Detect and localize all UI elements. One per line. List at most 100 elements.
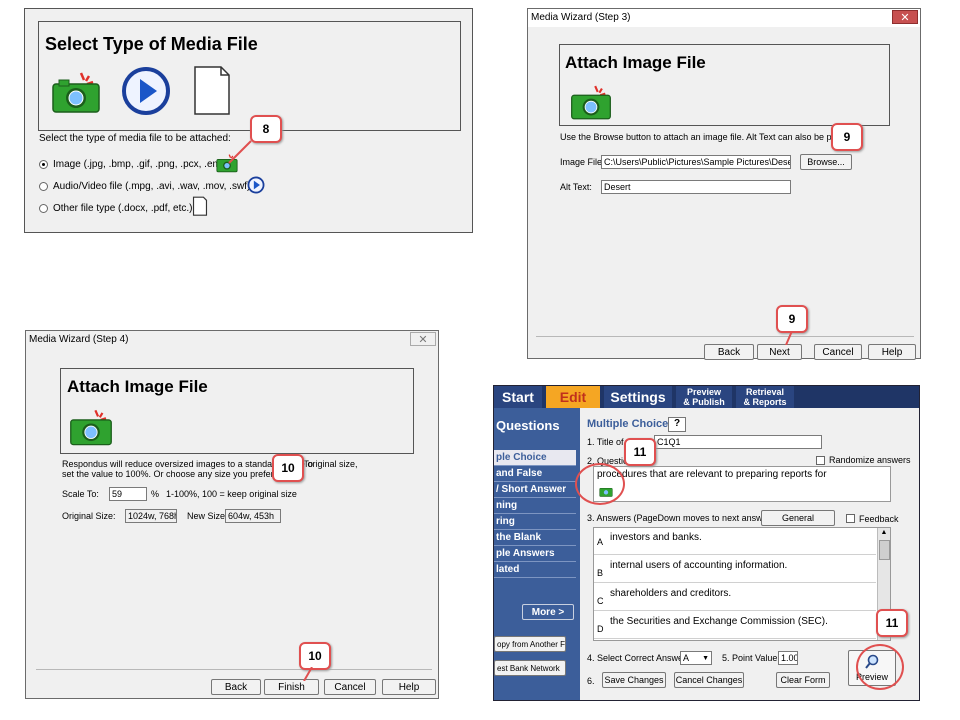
media-wizard-step4: Media Wizard (Step 4) ✕ Attach Image Fil… — [25, 330, 439, 699]
original-size-value: 1024w, 768h — [125, 509, 177, 523]
original-size-label: Original Size: — [62, 511, 116, 521]
new-size-label: New Size: — [187, 511, 228, 521]
correct-answer-value: A — [683, 653, 690, 663]
answer-row[interactable]: B internal users of accounting informati… — [594, 556, 876, 583]
randomize-label: Randomize answers — [829, 455, 911, 465]
step-callout-10: 10 — [272, 454, 304, 482]
image-file-label: Image File: — [560, 157, 605, 167]
divider — [36, 669, 432, 670]
sidebar-item-true-false[interactable]: and False — [494, 466, 576, 482]
radio-image[interactable] — [39, 160, 48, 169]
radio-audio-video[interactable] — [39, 182, 48, 191]
answer-letter: C — [597, 596, 604, 606]
feedback-label: Feedback — [859, 514, 899, 524]
tab-start[interactable]: Start — [494, 386, 542, 408]
finish-button[interactable]: Finish — [264, 679, 319, 695]
resize-info-line2: set the value to 100%. Or choose any siz… — [62, 469, 276, 479]
browse-button[interactable]: Browse... — [800, 154, 852, 170]
feedback-checkbox[interactable] — [846, 514, 855, 523]
answer-text: the Securities and Exchange Commission (… — [610, 616, 828, 627]
close-icon[interactable]: ✕ — [892, 10, 918, 24]
scale-field[interactable]: 59 — [109, 487, 147, 501]
answer-row[interactable]: A investors and banks. — [594, 528, 876, 555]
new-size-value: 604w, 453h — [225, 509, 281, 523]
scale-label: Scale To: — [62, 489, 99, 499]
copy-from-file-button[interactable]: opy from Another File — [494, 636, 566, 652]
question-text: procedures that are relevant to preparin… — [597, 469, 827, 480]
point-value-field[interactable]: 1.00 — [778, 651, 798, 665]
image-file-field[interactable]: C:\Users\Public\Pictures\Sample Pictures… — [601, 155, 791, 169]
alt-text-field[interactable]: Desert — [601, 180, 791, 194]
answer-letter: B — [597, 568, 604, 578]
scale-unit: % — [151, 489, 160, 499]
sidebar-title: Questions — [496, 418, 560, 433]
more-button[interactable]: More > — [522, 604, 574, 620]
answer-text: shareholders and creditors. — [610, 588, 732, 599]
document-icon — [192, 196, 208, 216]
help-button[interactable]: Help — [382, 679, 436, 695]
answers-list: A investors and banks. B internal users … — [593, 527, 891, 641]
sidebar-item-multiple-answers[interactable]: ple Answers — [494, 546, 576, 562]
answer-text: internal users of accounting information… — [610, 560, 788, 571]
callout-pointer — [303, 667, 313, 681]
help-icon[interactable]: ? — [668, 417, 686, 432]
question-type-title: Multiple Choice — [587, 418, 669, 430]
sidebar-item-fill-blank[interactable]: the Blank — [494, 530, 576, 546]
clear-form-button[interactable]: Clear Form — [776, 672, 830, 688]
sidebar-item-short-answer[interactable]: / Short Answer — [494, 482, 576, 498]
step-callout-8: 8 — [250, 115, 282, 143]
sidebar: Questions ple Choice and False / Short A… — [494, 408, 578, 700]
radio-image-label: Image (.jpg, .bmp, .gif, .png, .pcx, .em… — [53, 159, 227, 170]
radio-other-label: Other file type (.docx, .pdf, etc.) — [53, 203, 193, 214]
help-button[interactable]: Help — [868, 344, 916, 360]
tab-settings[interactable]: Settings — [604, 386, 672, 408]
save-row-label: 6. — [587, 676, 595, 686]
radio-other[interactable] — [39, 204, 48, 213]
play-icon — [122, 67, 170, 115]
answer-text: investors and banks. — [610, 532, 702, 543]
callout-pointer — [228, 140, 252, 164]
scroll-thumb[interactable] — [879, 540, 890, 560]
sidebar-item-multiple-choice[interactable]: ple Choice — [494, 450, 576, 466]
correct-answer-select[interactable]: A ▼ — [680, 651, 712, 665]
callout-circle — [575, 463, 625, 505]
tab-retrieval-reports[interactable]: Retrieval & Reports — [736, 386, 794, 408]
step-callout-10: 10 — [299, 642, 331, 670]
attach-header: Attach Image File — [60, 368, 414, 454]
sidebar-item-matching[interactable]: ning — [494, 498, 576, 514]
page-title: Attach Image File — [565, 53, 706, 72]
randomize-checkbox[interactable] — [816, 456, 825, 465]
media-type-prompt: Select the type of media file to be atta… — [39, 133, 231, 144]
sidebar-item-ordering[interactable]: ring — [494, 514, 576, 530]
media-type-header: Select Type of Media File — [38, 21, 461, 131]
window-title: Media Wizard (Step 4) — [26, 331, 438, 349]
cancel-changes-button[interactable]: Cancel Changes — [674, 672, 744, 688]
correct-answer-label: 4. Select Correct Answer — [587, 653, 687, 663]
respondus-editor: Start Edit Settings Preview & Publish Re… — [493, 385, 920, 701]
general-feedback-button[interactable]: General Feedback — [761, 510, 835, 538]
step-callout-11: 11 — [876, 609, 908, 637]
step-callout-11: 11 — [624, 438, 656, 466]
test-bank-network-button[interactable]: est Bank Network — [494, 660, 566, 676]
sidebar-item-calculated[interactable]: lated — [494, 562, 576, 578]
chevron-down-icon: ▼ — [702, 655, 709, 662]
step-callout-9: 9 — [831, 123, 863, 151]
document-icon — [194, 66, 230, 115]
cancel-button[interactable]: Cancel — [324, 679, 376, 695]
back-button[interactable]: Back — [704, 344, 754, 360]
save-changes-button[interactable]: Save Changes — [602, 672, 666, 688]
tab-preview-publish[interactable]: Preview & Publish — [676, 386, 732, 408]
cancel-button[interactable]: Cancel — [814, 344, 862, 360]
next-button[interactable]: Next — [757, 344, 802, 360]
title-field[interactable]: C1Q1 — [654, 435, 822, 449]
answer-letter: A — [597, 537, 604, 547]
back-button[interactable]: Back — [211, 679, 261, 695]
answer-row[interactable]: D the Securities and Exchange Commission… — [594, 612, 876, 639]
question-editor[interactable]: procedures that are relevant to preparin… — [593, 466, 891, 502]
close-icon[interactable]: ✕ — [410, 332, 436, 346]
tab-edit[interactable]: Edit — [546, 386, 600, 408]
answers-label: 3. Answers (PageDown moves to next answe… — [587, 513, 774, 523]
answer-row[interactable]: C shareholders and creditors. — [594, 584, 876, 611]
step-callout-9: 9 — [776, 305, 808, 333]
scroll-up-icon[interactable]: ▲ — [878, 528, 890, 538]
